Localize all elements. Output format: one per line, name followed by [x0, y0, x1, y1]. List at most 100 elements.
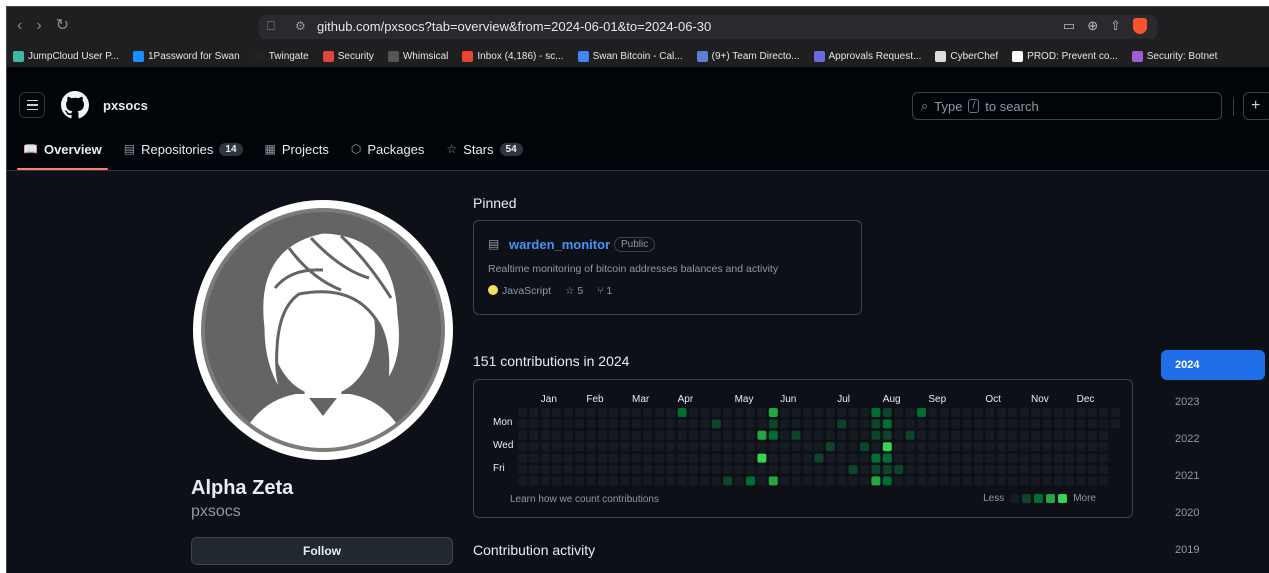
tab-packages[interactable]: ⬡ Packages	[351, 139, 425, 159]
contribution-day[interactable]	[871, 430, 881, 440]
contribution-day[interactable]	[689, 442, 698, 452]
contribution-day[interactable]	[1065, 442, 1075, 452]
follow-button[interactable]: Follow	[191, 537, 453, 565]
contribution-day[interactable]	[1053, 442, 1063, 452]
contribution-day[interactable]	[871, 419, 881, 429]
contribution-day[interactable]	[575, 442, 584, 452]
contribution-day[interactable]	[837, 408, 847, 417]
contribution-day[interactable]	[518, 408, 527, 417]
contribution-day[interactable]	[1099, 408, 1109, 417]
contribution-day[interactable]	[848, 408, 858, 417]
contribution-day[interactable]	[1031, 453, 1040, 463]
contribution-day[interactable]	[928, 442, 938, 452]
contribution-day[interactable]	[905, 476, 915, 486]
contribution-day[interactable]	[677, 453, 687, 463]
contribution-day[interactable]	[780, 476, 790, 486]
contribution-day[interactable]	[597, 465, 607, 474]
contribution-day[interactable]	[791, 442, 801, 452]
contribution-day[interactable]	[711, 430, 721, 440]
bookmark-item[interactable]: JumpCloud User P...	[13, 50, 119, 62]
contribution-day[interactable]	[871, 442, 881, 452]
url-text[interactable]: github.com/pxsocs?tab=overview&from=2024…	[317, 19, 711, 34]
contribution-day[interactable]	[951, 465, 961, 474]
contribution-day[interactable]	[552, 430, 562, 440]
contribution-day[interactable]	[860, 442, 869, 452]
contribution-day[interactable]	[700, 465, 710, 474]
contribution-day[interactable]	[677, 465, 687, 474]
contribution-day[interactable]	[757, 453, 767, 463]
menu-icon[interactable]	[19, 92, 45, 118]
contribution-day[interactable]	[746, 476, 755, 486]
contribution-day[interactable]	[951, 476, 961, 486]
contribution-day[interactable]	[917, 465, 926, 474]
contribution-day[interactable]	[1008, 453, 1018, 463]
contribution-day[interactable]	[951, 453, 961, 463]
contribution-day[interactable]	[848, 465, 858, 474]
contribution-day[interactable]	[894, 465, 904, 474]
contribution-day[interactable]	[939, 430, 949, 440]
contribution-day[interactable]	[1099, 453, 1109, 463]
contribution-day[interactable]	[746, 408, 755, 417]
contribution-day[interactable]	[1088, 408, 1097, 417]
contribution-day[interactable]	[882, 408, 892, 417]
contribution-day[interactable]	[791, 408, 801, 417]
contribution-day[interactable]	[711, 408, 721, 417]
contribution-day[interactable]	[563, 442, 573, 452]
contribution-day[interactable]	[962, 476, 972, 486]
contribution-day[interactable]	[711, 419, 721, 429]
contribution-day[interactable]	[700, 419, 710, 429]
contribution-day[interactable]	[529, 430, 539, 440]
back-icon[interactable]: ‹	[17, 17, 22, 35]
header-username[interactable]: pxsocs	[103, 98, 148, 113]
zoom-icon[interactable]: ⊕	[1087, 18, 1098, 34]
contribution-day[interactable]	[848, 430, 858, 440]
year-2019[interactable]: 2019	[1161, 535, 1265, 565]
contribution-day[interactable]	[746, 419, 755, 429]
contribution-day[interactable]	[894, 453, 904, 463]
contribution-day[interactable]	[518, 430, 527, 440]
contribution-day[interactable]	[962, 465, 972, 474]
contribution-day[interactable]	[643, 465, 653, 474]
contribution-day[interactable]	[1065, 408, 1075, 417]
bookmark-item[interactable]: Security	[322, 50, 374, 62]
contribution-day[interactable]	[917, 408, 926, 417]
contribution-day[interactable]	[917, 430, 926, 440]
contribution-day[interactable]	[552, 408, 562, 417]
contribution-day[interactable]	[768, 453, 778, 463]
contribution-day[interactable]	[780, 465, 790, 474]
contribution-day[interactable]	[540, 408, 550, 417]
contribution-day[interactable]	[586, 430, 596, 440]
contribution-day[interactable]	[780, 430, 790, 440]
contribution-day[interactable]	[632, 453, 641, 463]
contribution-day[interactable]	[1008, 419, 1018, 429]
contribution-day[interactable]	[939, 419, 949, 429]
site-settings-icon[interactable]: ⚙	[295, 19, 306, 33]
contribution-day[interactable]	[563, 465, 573, 474]
contribution-day[interactable]	[723, 419, 733, 429]
contribution-day[interactable]	[757, 442, 767, 452]
contribution-day[interactable]	[609, 442, 619, 452]
contribution-day[interactable]	[825, 442, 835, 452]
contribution-day[interactable]	[586, 408, 596, 417]
contribution-day[interactable]	[654, 442, 664, 452]
address-bar[interactable]: ⎕ ⚙ github.com/pxsocs?tab=overview&from=…	[259, 15, 1157, 39]
contribution-day[interactable]	[917, 453, 926, 463]
contribution-day[interactable]	[882, 419, 892, 429]
contribution-day[interactable]	[711, 442, 721, 452]
cast-icon[interactable]: ▭	[1063, 18, 1075, 34]
contribution-day[interactable]	[575, 465, 584, 474]
contribution-day[interactable]	[996, 476, 1006, 486]
contribution-day[interactable]	[666, 465, 676, 474]
year-2021[interactable]: 2021	[1161, 461, 1265, 491]
contribution-day[interactable]	[882, 465, 892, 474]
contribution-day[interactable]	[974, 442, 983, 452]
contribution-day[interactable]	[848, 442, 858, 452]
contribution-day[interactable]	[654, 465, 664, 474]
contribution-day[interactable]	[951, 430, 961, 440]
contribution-day[interactable]	[1053, 419, 1063, 429]
contribution-day[interactable]	[791, 476, 801, 486]
contribution-day[interactable]	[928, 419, 938, 429]
contribution-day[interactable]	[529, 442, 539, 452]
contribution-day[interactable]	[643, 408, 653, 417]
bookmark-item[interactable]: Inbox (4,186) - sc...	[462, 50, 564, 62]
